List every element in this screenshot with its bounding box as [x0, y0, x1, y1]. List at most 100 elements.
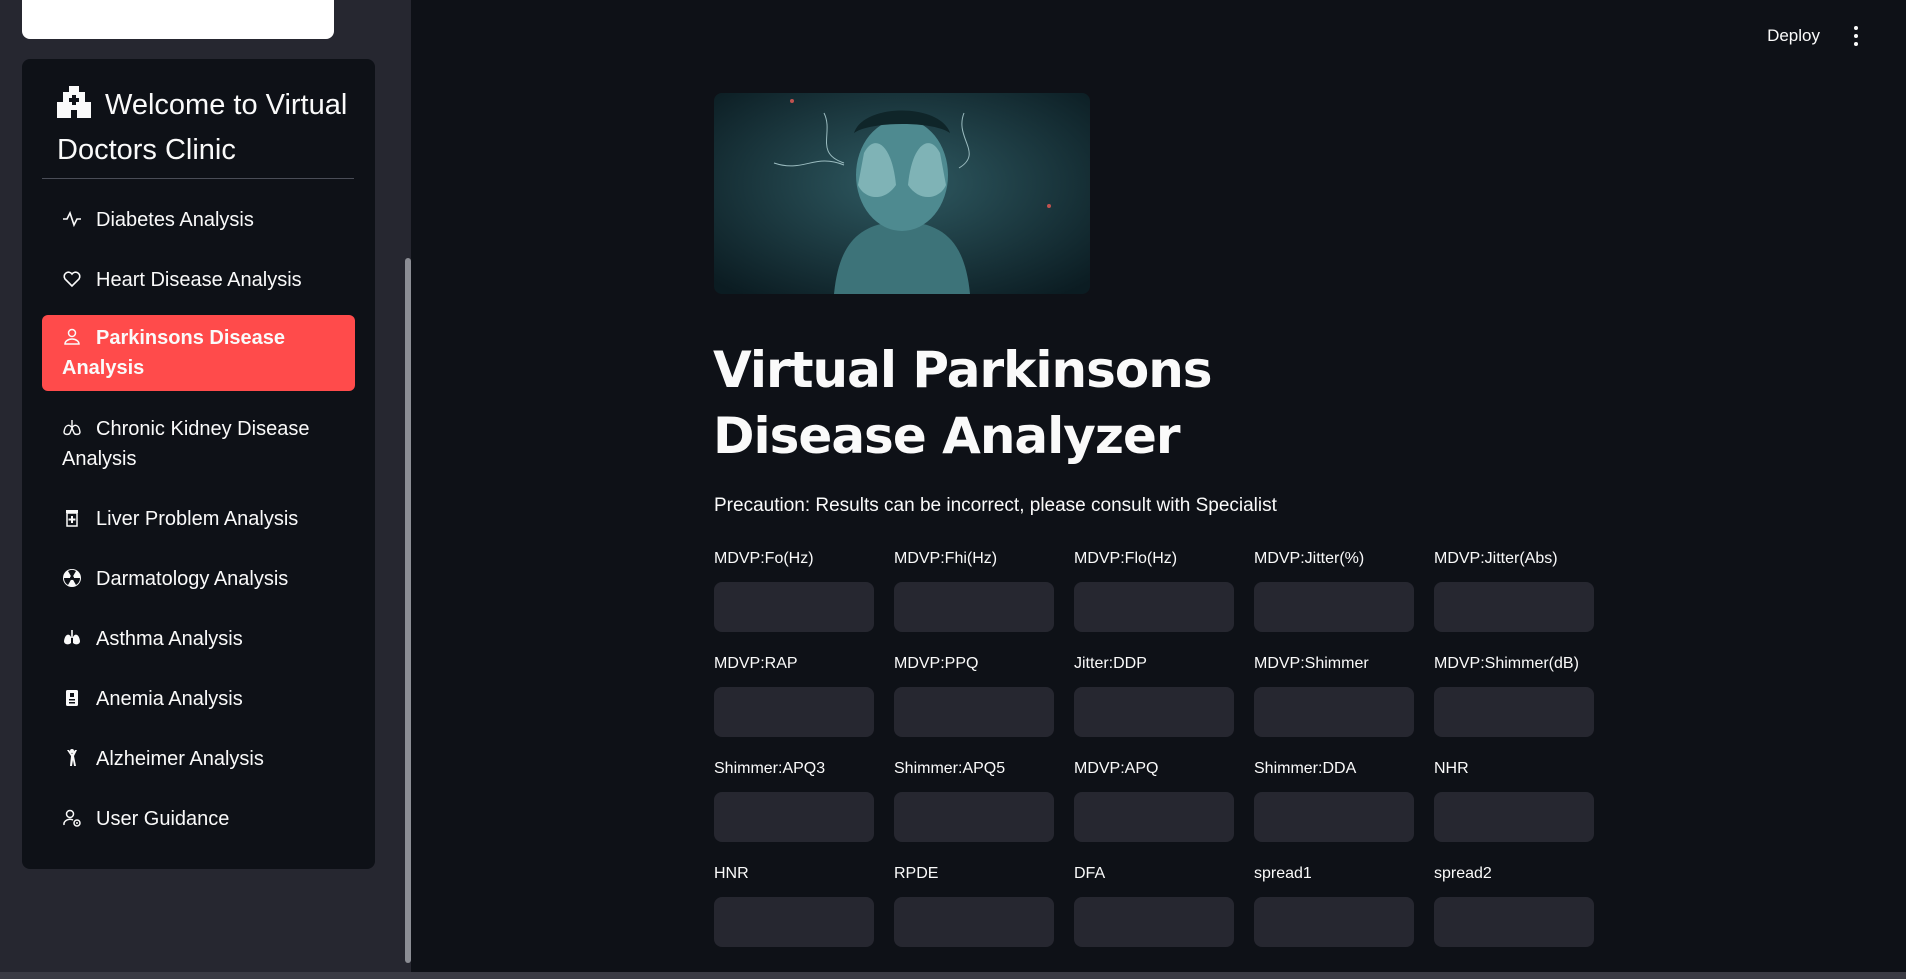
input-nhr[interactable]	[1434, 792, 1594, 842]
clinic-logo	[22, 0, 334, 39]
nav-item-heart-disease[interactable]: Heart Disease Analysis	[42, 261, 355, 299]
field-label: Shimmer:APQ3	[714, 760, 826, 777]
field-mdvp-jitter-pct: MDVP:Jitter(%)	[1254, 548, 1414, 632]
nav-label: Alzheimer Analysis	[96, 748, 264, 770]
nav-label: Asthma Analysis	[96, 628, 243, 650]
person-icon	[64, 328, 80, 345]
activity-icon	[63, 210, 81, 228]
input-mdvp-fo[interactable]	[714, 582, 874, 632]
field-mdvp-fhi: MDVP:Fhi(Hz)	[894, 548, 1054, 632]
nav-label: Parkinsons Disease Analysis	[62, 327, 285, 379]
radioactive-icon	[63, 569, 81, 587]
person-gear-icon	[63, 809, 81, 827]
field-label: Shimmer:DDA	[1254, 760, 1357, 777]
field-label: Shimmer:APQ5	[894, 760, 1006, 777]
nav-label: Diabetes Analysis	[96, 209, 254, 231]
nav-label: Liver Problem Analysis	[96, 508, 299, 530]
field-label: MDVP:APQ	[1074, 760, 1159, 777]
field-label: MDVP:Shimmer	[1254, 655, 1369, 672]
nav-item-alzheimer[interactable]: Alzheimer Analysis	[42, 740, 355, 778]
nav-label: Anemia Analysis	[96, 688, 243, 710]
capsule-icon	[66, 510, 78, 527]
main-content: Deploy Virtual Parkinsons Disease Analyz…	[413, 0, 1906, 979]
field-nhr: NHR	[1434, 758, 1594, 842]
precaution-text: Precaution: Results can be incorrect, pl…	[714, 495, 1277, 516]
nav-item-anemia[interactable]: Anemia Analysis	[42, 680, 355, 718]
field-label: DFA	[1074, 865, 1106, 882]
input-mdvp-shimmer-db[interactable]	[1434, 687, 1594, 737]
field-mdvp-ppq: MDVP:PPQ	[894, 653, 1054, 737]
field-label: NHR	[1434, 760, 1469, 777]
lungs-icon	[63, 420, 81, 436]
sidebar-scrollbar[interactable]	[405, 258, 411, 963]
input-mdvp-jitter-abs[interactable]	[1434, 582, 1594, 632]
person-covering-face-image	[714, 93, 1090, 294]
input-spread1[interactable]	[1254, 897, 1414, 947]
nav-item-user-guidance[interactable]: User Guidance	[42, 800, 355, 838]
field-mdvp-fo: MDVP:Fo(Hz)	[714, 548, 874, 632]
field-jitter-ddp: Jitter:DDP	[1074, 653, 1234, 737]
field-label: Jitter:DDP	[1074, 655, 1147, 672]
field-label: MDVP:Jitter(Abs)	[1434, 550, 1558, 567]
page-title: Virtual Parkinsons Disease Analyzer	[713, 341, 1213, 465]
field-dfa: DFA	[1074, 863, 1234, 947]
input-jitter-ddp[interactable]	[1074, 687, 1234, 737]
input-mdvp-ppq[interactable]	[894, 687, 1054, 737]
lungs-filled-icon	[64, 630, 80, 645]
input-shimmer-apq3[interactable]	[714, 792, 874, 842]
field-mdvp-rap: MDVP:RAP	[714, 653, 874, 737]
field-label: MDVP:PPQ	[894, 655, 979, 672]
person-arms-up-icon	[67, 749, 77, 766]
deploy-button[interactable]: Deploy	[1767, 26, 1820, 46]
nav-item-parkinsons[interactable]: Parkinsons Disease Analysis	[42, 315, 355, 391]
heart-icon	[63, 271, 81, 288]
menu-divider	[42, 178, 354, 179]
input-mdvp-jitter-pct[interactable]	[1254, 582, 1414, 632]
input-mdvp-rap[interactable]	[714, 687, 874, 737]
field-label: MDVP:Jitter(%)	[1254, 550, 1365, 567]
field-label: RPDE	[894, 865, 939, 882]
field-shimmer-apq3: Shimmer:APQ3	[714, 758, 874, 842]
nav-item-asthma[interactable]: Asthma Analysis	[42, 620, 355, 658]
input-shimmer-dda[interactable]	[1254, 792, 1414, 842]
field-mdvp-shimmer: MDVP:Shimmer	[1254, 653, 1414, 737]
input-hnr[interactable]	[714, 897, 874, 947]
nav-item-diabetes[interactable]: Diabetes Analysis	[42, 201, 355, 239]
input-mdvp-apq[interactable]	[1074, 792, 1234, 842]
field-label: MDVP:Flo(Hz)	[1074, 550, 1178, 567]
hospital-icon	[57, 86, 91, 118]
input-mdvp-shimmer[interactable]	[1254, 687, 1414, 737]
clipboard-icon	[66, 690, 78, 706]
input-mdvp-flo[interactable]	[1074, 582, 1234, 632]
input-mdvp-fhi[interactable]	[894, 582, 1054, 632]
nav-item-liver[interactable]: Liver Problem Analysis	[42, 500, 355, 538]
field-label: MDVP:Fo(Hz)	[714, 550, 814, 567]
window-bottom-edge	[0, 972, 1906, 979]
kebab-menu-icon[interactable]	[1852, 26, 1860, 50]
field-mdvp-shimmer-db: MDVP:Shimmer(dB)	[1434, 653, 1594, 737]
field-label: MDVP:Shimmer(dB)	[1434, 655, 1579, 672]
input-shimmer-apq5[interactable]	[894, 792, 1054, 842]
field-shimmer-apq5: Shimmer:APQ5	[894, 758, 1054, 842]
input-dfa[interactable]	[1074, 897, 1234, 947]
field-label: HNR	[714, 865, 749, 882]
nav-item-kidney[interactable]: Chronic Kidney Disease Analysis	[42, 410, 355, 478]
field-label: MDVP:RAP	[714, 655, 798, 672]
nav-label: Darmatology Analysis	[96, 568, 289, 590]
field-hnr: HNR	[714, 863, 874, 947]
field-spread1: spread1	[1254, 863, 1414, 947]
field-rpde: RPDE	[894, 863, 1054, 947]
nav-label: Heart Disease Analysis	[96, 269, 302, 291]
field-mdvp-flo: MDVP:Flo(Hz)	[1074, 548, 1234, 632]
field-label: spread1	[1254, 865, 1312, 882]
nav-menu: Welcome to Virtual Doctors Clinic Diabet…	[22, 59, 375, 869]
field-label: MDVP:Fhi(Hz)	[894, 550, 998, 567]
nav-label: Chronic Kidney Disease Analysis	[62, 418, 310, 470]
menu-title: Welcome to Virtual Doctors Clinic	[57, 89, 348, 166]
sidebar: Welcome to Virtual Doctors Clinic Diabet…	[0, 0, 411, 979]
input-spread2[interactable]	[1434, 897, 1594, 947]
input-rpde[interactable]	[894, 897, 1054, 947]
nav-label: User Guidance	[96, 808, 230, 830]
menu-header: Welcome to Virtual Doctors Clinic	[57, 83, 377, 173]
nav-item-dermatology[interactable]: Darmatology Analysis	[42, 560, 355, 598]
